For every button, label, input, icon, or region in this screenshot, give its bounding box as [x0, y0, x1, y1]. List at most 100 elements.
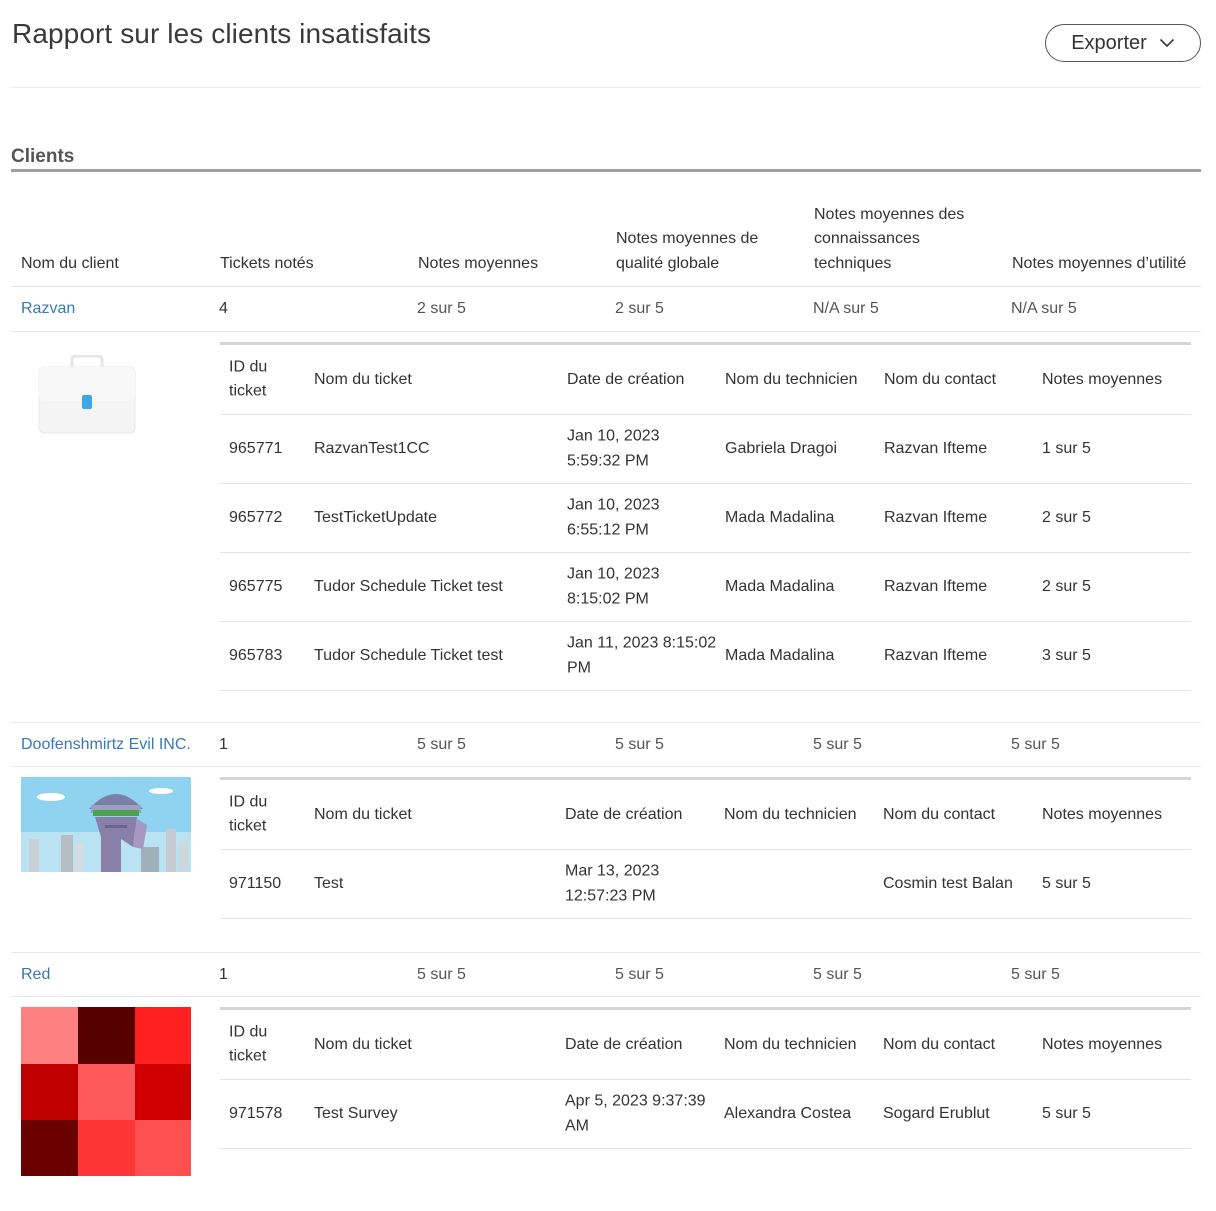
- ticket-created: Apr 5, 2023 9:37:39 AM: [565, 1092, 706, 1135]
- ticket-technician: Alexandra Costea: [724, 1104, 852, 1122]
- col-technician: Nom du technicien: [724, 805, 857, 823]
- ticket-id-link[interactable]: 965772: [229, 506, 304, 531]
- client-row: Red 1 5 sur 5 5 sur 5 5 sur 5 5 sur 5: [11, 952, 1201, 997]
- client-row: Razvan 4 2 sur 5 2 sur 5 N/A sur 5 N/A s…: [11, 287, 1201, 332]
- ticket-avg: 1 sur 5: [1042, 439, 1091, 457]
- ticket-id-link[interactable]: 965775: [229, 575, 304, 600]
- ticket-contact: Sogard Erublut: [883, 1104, 990, 1122]
- col-technician: Nom du technicien: [724, 1035, 857, 1053]
- page-title: Rapport sur les clients insatisfaits: [12, 18, 432, 49]
- col-avg: Notes moyennes: [1042, 370, 1163, 388]
- client-technical: 5 sur 5: [813, 966, 862, 983]
- client-logo-image: [21, 1007, 191, 1181]
- col-created: Date de création: [567, 370, 685, 388]
- client-avg: 5 sur 5: [417, 736, 466, 753]
- col-ticket-id: ID du ticket: [229, 1023, 268, 1065]
- ticket-contact: Razvan Ifteme: [884, 439, 988, 457]
- client-technical: 5 sur 5: [813, 736, 862, 753]
- subtable-header: ID du ticket Nom du ticket Date de créat…: [220, 1010, 1191, 1080]
- tickets-subtable: ID du ticket Nom du ticket Date de créat…: [220, 777, 1191, 919]
- ticket-avg: 5 sur 5: [1042, 1104, 1091, 1122]
- table-row: 971578 Test Survey Apr 5, 2023 9:37:39 A…: [220, 1080, 1191, 1149]
- ticket-created: Jan 10, 2023 8:15:02 PM: [567, 565, 660, 608]
- client-technical: N/A sur 5: [813, 300, 879, 317]
- table-row: 965783 Tudor Schedule Ticket test Jan 11…: [220, 622, 1191, 691]
- export-button[interactable]: Exporter: [1045, 24, 1201, 62]
- client-name-link[interactable]: Razvan: [21, 297, 211, 322]
- ticket-avg: 2 sur 5: [1042, 577, 1091, 595]
- ticket-id-link[interactable]: 965771: [229, 437, 304, 462]
- section-title: Clients: [11, 146, 75, 167]
- client-avg: 5 sur 5: [417, 966, 466, 983]
- ticket-avg: 3 sur 5: [1042, 646, 1091, 664]
- clients-table-header: Nom du client Tickets notés Notes moyenn…: [11, 195, 1201, 287]
- ticket-created: Jan 10, 2023 6:55:12 PM: [567, 496, 660, 539]
- ticket-avg: 5 sur 5: [1042, 874, 1091, 892]
- ticket-contact: Cosmin test Balan: [883, 874, 1013, 892]
- client-logo-image: [21, 777, 191, 877]
- client-row: Doofenshmirtz Evil INC. 1 5 sur 5 5 sur …: [11, 722, 1201, 767]
- ticket-name: Tudor Schedule Ticket test: [314, 646, 503, 664]
- table-row: 971150 Test Mar 13, 2023 12:57:23 PM Cos…: [220, 850, 1191, 919]
- col-contact: Nom du contact: [883, 1035, 996, 1053]
- ticket-name: Test: [314, 874, 344, 892]
- table-row: 965772 TestTicketUpdate Jan 10, 2023 6:5…: [220, 484, 1191, 553]
- col-ticket-id: ID du ticket: [229, 358, 268, 400]
- col-avg-ratings: Notes moyennes: [418, 254, 539, 272]
- col-client-name: Nom du client: [21, 254, 119, 272]
- col-ticket-name: Nom du ticket: [314, 805, 412, 823]
- subtable-header: ID du ticket Nom du ticket Date de créat…: [220, 780, 1191, 850]
- briefcase-icon: [38, 354, 136, 440]
- ticket-contact: Razvan Ifteme: [884, 508, 988, 526]
- col-rated-tickets: Tickets notés: [220, 254, 314, 272]
- ticket-name: Tudor Schedule Ticket test: [314, 577, 503, 595]
- client-usefulness: 5 sur 5: [1011, 966, 1060, 983]
- ticket-technician: Gabriela Dragoi: [725, 439, 838, 457]
- tickets-subtable: ID du ticket Nom du ticket Date de créat…: [220, 1007, 1191, 1149]
- client-overall: 5 sur 5: [615, 966, 664, 983]
- ticket-name: RazvanTest1CC: [314, 439, 430, 457]
- ticket-technician: Mada Madalina: [725, 508, 835, 526]
- ticket-contact: Razvan Ifteme: [884, 577, 988, 595]
- section-divider: [11, 169, 1201, 172]
- ticket-name: TestTicketUpdate: [314, 508, 438, 526]
- ticket-contact: Razvan Ifteme: [884, 646, 988, 664]
- col-avg: Notes moyennes: [1042, 1035, 1163, 1053]
- col-avg-usefulness: Notes moyennes d’utilité: [1012, 254, 1187, 272]
- client-overall: 2 sur 5: [615, 300, 664, 317]
- col-technician: Nom du technicien: [725, 370, 858, 388]
- client-rated: 4: [219, 300, 228, 317]
- col-ticket-name: Nom du ticket: [314, 370, 412, 388]
- client-avg: 2 sur 5: [417, 300, 466, 317]
- ticket-id-link[interactable]: 971578: [229, 1102, 304, 1127]
- col-ticket-name: Nom du ticket: [314, 1035, 412, 1053]
- ticket-id-link[interactable]: 965783: [229, 644, 304, 669]
- ticket-avg: 2 sur 5: [1042, 508, 1091, 526]
- client-name-link[interactable]: Doofenshmirtz Evil INC.: [21, 733, 211, 758]
- client-name-link[interactable]: Red: [21, 963, 211, 988]
- ticket-technician: Mada Madalina: [725, 646, 835, 664]
- ticket-created: Jan 10, 2023 5:59:32 PM: [567, 427, 660, 470]
- col-contact: Nom du contact: [883, 805, 996, 823]
- col-ticket-id: ID du ticket: [229, 793, 268, 835]
- table-row: 965775 Tudor Schedule Ticket test Jan 10…: [220, 553, 1191, 622]
- ticket-id-link[interactable]: 971150: [229, 872, 304, 897]
- col-contact: Nom du contact: [884, 370, 997, 388]
- table-row: 965771 RazvanTest1CC Jan 10, 2023 5:59:3…: [220, 415, 1191, 484]
- col-avg: Notes moyennes: [1042, 805, 1163, 823]
- export-label: Exporter: [1071, 31, 1147, 54]
- client-usefulness: N/A sur 5: [1011, 300, 1077, 317]
- ticket-created: Jan 11, 2023 8:15:02 PM: [567, 634, 717, 677]
- col-avg-overall: Notes moyennes de qualité globale: [616, 230, 759, 272]
- col-created: Date de création: [565, 805, 683, 823]
- chevron-down-icon: [1159, 38, 1174, 48]
- ticket-name: Test Survey: [314, 1104, 398, 1122]
- col-created: Date de création: [565, 1035, 683, 1053]
- ticket-created: Mar 13, 2023 12:57:23 PM: [565, 862, 660, 905]
- page-header: Rapport sur les clients insatisfaits Exp…: [11, 0, 1201, 88]
- client-rated: 1: [219, 966, 228, 983]
- tickets-subtable: ID du ticket Nom du ticket Date de créat…: [220, 342, 1191, 691]
- ticket-technician: Mada Madalina: [725, 577, 835, 595]
- subtable-header: ID du ticket Nom du ticket Date de créat…: [220, 345, 1191, 415]
- client-overall: 5 sur 5: [615, 736, 664, 753]
